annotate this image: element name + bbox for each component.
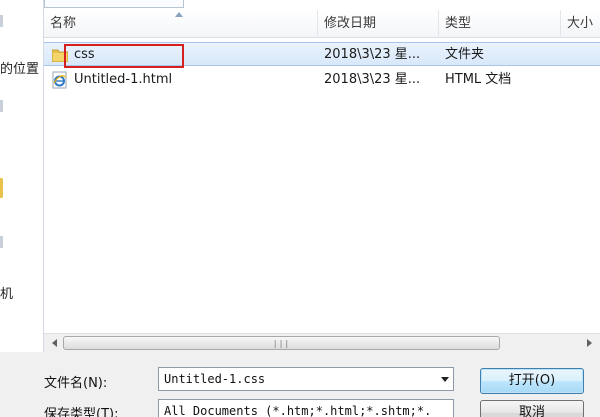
cancel-button[interactable]: 取消 [480, 400, 584, 417]
filetype-label: 保存类型(T): [44, 407, 119, 417]
nav-item-location-fragment[interactable]: 的位置 [0, 58, 39, 77]
nav-divider [0, 236, 3, 248]
scroll-right-button[interactable] [581, 334, 598, 352]
horizontal-scrollbar[interactable]: ||| [44, 333, 600, 352]
scroll-left-button[interactable] [46, 334, 63, 352]
grip-icon: ||| [272, 339, 291, 348]
scrollbar-thumb[interactable]: ||| [63, 336, 500, 350]
filetype-select[interactable]: All Documents (*.htm;*.html;*.shtm;*. [158, 399, 454, 417]
column-header-modified[interactable]: 修改日期 [318, 10, 439, 38]
chevron-down-icon[interactable] [441, 377, 449, 382]
filename-input-value: Untitled-1.css [164, 372, 266, 386]
nav-divider [0, 100, 3, 112]
file-type: HTML 文档 [445, 72, 512, 87]
open-button[interactable]: 打开(O) [480, 368, 584, 394]
nav-folder-icon [0, 178, 3, 198]
arrow-left-icon [52, 339, 57, 347]
annotation-highlight-box [64, 44, 184, 68]
filetype-select-value: All Documents (*.htm;*.html;*.shtm;*. [164, 404, 432, 417]
file-row-untitled-html[interactable]: Untitled-1.html 2018\3\23 星... HTML 文档 [44, 68, 600, 92]
nav-divider [0, 15, 3, 27]
column-header-row: 名称 修改日期 类型 大小 [44, 10, 600, 38]
column-header-name[interactable]: 名称 [44, 10, 318, 38]
column-header-size[interactable]: 大小 [561, 10, 600, 38]
filename-input[interactable]: Untitled-1.css [158, 367, 454, 391]
column-header-type[interactable]: 类型 [439, 10, 561, 38]
address-bar-edge [44, 0, 184, 8]
sort-ascending-icon [175, 12, 183, 17]
file-modified: 2018\3\23 星... [324, 47, 421, 62]
file-modified: 2018\3\23 星... [324, 72, 421, 87]
file-name: Untitled-1.html [74, 72, 173, 87]
filename-label: 文件名(N): [44, 376, 108, 391]
file-type: 文件夹 [445, 47, 485, 62]
navigation-pane [0, 0, 44, 372]
column-header-name-label: 名称 [50, 16, 77, 31]
arrow-right-icon [587, 339, 592, 347]
nav-item-computer-fragment[interactable]: 机 [0, 283, 13, 302]
ie-html-file-icon [52, 71, 67, 89]
